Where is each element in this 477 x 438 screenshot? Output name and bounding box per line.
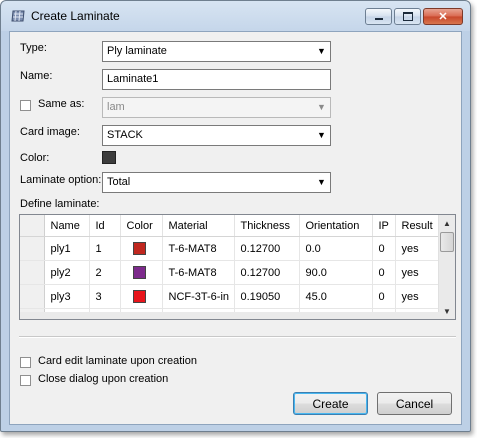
ply-material-cell[interactable]: NCF-3T-6-in <box>162 284 235 309</box>
color-label: Color: <box>20 152 50 164</box>
ply-color-cell[interactable] <box>120 236 163 261</box>
same-as-label: Same as: <box>38 98 85 110</box>
name-input[interactable]: Laminate1 <box>102 69 331 90</box>
ply-color-cell[interactable] <box>120 260 163 285</box>
ply-ip-cell[interactable]: 0 <box>372 284 396 309</box>
laminate-option-select-value: Total <box>107 176 131 188</box>
close-dialog-checkbox[interactable] <box>20 375 31 386</box>
create-laminate-dialog: Create Laminate ✕ Type: Ply laminate ▼ N… <box>0 0 471 432</box>
card-edit-checkbox[interactable] <box>20 357 31 368</box>
table-row[interactable]: ply1 1 T-6-MAT8 0.12700 0.0 0 yes <box>20 236 442 261</box>
name-label: Name: <box>20 70 53 82</box>
ply-result-cell[interactable]: yes <box>395 236 442 261</box>
name-input-value: Laminate1 <box>107 73 159 85</box>
maximize-button[interactable] <box>394 8 421 25</box>
table-row[interactable]: ply2 2 T-6-MAT8 0.12700 90.0 0 yes <box>20 260 442 285</box>
horizontal-scrollbar[interactable] <box>20 312 441 319</box>
same-as-select-value: lam <box>107 101 125 113</box>
define-laminate-label: Define laminate: <box>20 198 100 210</box>
card-image-label: Card image: <box>20 126 80 138</box>
ply-id-cell[interactable]: 3 <box>89 284 121 309</box>
column-header-name[interactable]: Name <box>44 215 90 237</box>
ply-name-cell[interactable]: ply2 <box>44 260 90 285</box>
color-swatch-button[interactable] <box>102 151 116 164</box>
ply-id-cell[interactable]: 2 <box>89 260 121 285</box>
type-select[interactable]: Ply laminate ▼ <box>102 41 331 62</box>
ply-orientation-cell[interactable]: 90.0 <box>299 260 373 285</box>
row-header[interactable] <box>20 236 45 261</box>
card-image-select[interactable]: STACK ▼ <box>102 125 331 146</box>
ply-color-swatch[interactable] <box>132 242 146 255</box>
ply-name-cell[interactable]: ply3 <box>44 284 90 309</box>
scroll-down-icon[interactable]: ▼ <box>439 303 455 319</box>
laminate-option-label: Laminate option: <box>20 174 102 186</box>
type-select-value: Ply laminate <box>107 45 167 57</box>
close-button[interactable]: ✕ <box>423 8 463 25</box>
ply-thickness-cell[interactable]: 0.12700 <box>234 236 300 261</box>
ply-material-cell[interactable]: T-6-MAT8 <box>162 236 235 261</box>
table-row[interactable]: ply3 3 NCF-3T-6-in 0.19050 45.0 0 yes <box>20 284 442 309</box>
column-header-result[interactable]: Result <box>395 215 442 237</box>
minimize-icon <box>374 18 383 20</box>
ply-ip-cell[interactable]: 0 <box>372 260 396 285</box>
column-header-color[interactable]: Color <box>120 215 163 237</box>
ply-color-cell[interactable] <box>120 284 163 309</box>
column-header-ip[interactable]: IP <box>372 215 396 237</box>
row-header[interactable] <box>20 260 45 285</box>
laminate-option-select[interactable]: Total ▼ <box>102 172 331 193</box>
ply-thickness-cell[interactable]: 0.12700 <box>234 260 300 285</box>
same-as-select[interactable]: lam ▼ <box>102 97 331 118</box>
column-header-id[interactable]: Id <box>89 215 121 237</box>
ply-result-cell[interactable]: yes <box>395 260 442 285</box>
window-title: Create Laminate <box>31 9 120 23</box>
scroll-up-icon[interactable]: ▲ <box>439 215 455 231</box>
close-dialog-label: Close dialog upon creation <box>38 373 169 385</box>
column-header-orientation[interactable]: Orientation <box>299 215 373 237</box>
divider <box>19 336 456 338</box>
same-as-checkbox[interactable] <box>20 100 31 111</box>
ply-ip-cell[interactable]: 0 <box>372 236 396 261</box>
cancel-button[interactable]: Cancel <box>377 392 452 415</box>
column-header-material[interactable]: Material <box>162 215 235 237</box>
ply-orientation-cell[interactable]: 45.0 <box>299 284 373 309</box>
title-bar[interactable]: Create Laminate ✕ <box>1 1 470 31</box>
ply-color-swatch[interactable] <box>132 290 146 303</box>
ply-material-cell[interactable]: T-6-MAT8 <box>162 260 235 285</box>
card-edit-label: Card edit laminate upon creation <box>38 355 197 367</box>
ply-id-cell[interactable]: 1 <box>89 236 121 261</box>
ply-color-swatch[interactable] <box>132 266 146 279</box>
minimize-button[interactable] <box>365 8 392 25</box>
vertical-scrollbar[interactable]: ▲ ▼ <box>438 215 455 319</box>
ply-name-cell[interactable]: ply1 <box>44 236 90 261</box>
laminate-app-icon <box>11 10 25 22</box>
chevron-down-icon: ▼ <box>317 130 326 140</box>
row-header[interactable] <box>20 284 45 309</box>
ply-result-cell[interactable]: yes <box>395 284 442 309</box>
column-header-thickness[interactable]: Thickness <box>234 215 300 237</box>
create-button[interactable]: Create <box>293 392 368 415</box>
chevron-down-icon: ▼ <box>317 46 326 56</box>
type-label: Type: <box>20 42 47 54</box>
scroll-thumb[interactable] <box>440 232 454 252</box>
corner-header <box>20 215 45 237</box>
laminate-table: Name Id Color Material Thickness Orienta… <box>19 214 456 320</box>
maximize-icon <box>402 12 413 21</box>
chevron-down-icon: ▼ <box>317 177 326 187</box>
ply-orientation-cell[interactable]: 0.0 <box>299 236 373 261</box>
chevron-down-icon: ▼ <box>317 102 326 112</box>
ply-thickness-cell[interactable]: 0.19050 <box>234 284 300 309</box>
close-icon: ✕ <box>438 11 448 23</box>
dialog-content: Type: Ply laminate ▼ Name: Laminate1 Sam… <box>9 31 462 425</box>
card-image-select-value: STACK <box>107 129 143 141</box>
